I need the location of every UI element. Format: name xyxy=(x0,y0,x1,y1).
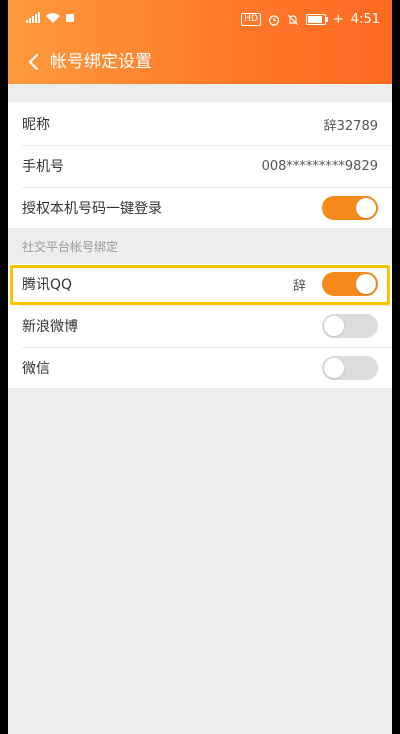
phone-value: 008*********9829 xyxy=(261,158,378,174)
alarm-icon xyxy=(268,14,280,26)
weibo-label: 新浪微博 xyxy=(22,319,78,335)
charging-indicator: + xyxy=(332,12,344,27)
status-time: 4:51 xyxy=(350,12,380,27)
hd-icon: HD xyxy=(241,13,261,26)
signal-icon xyxy=(26,12,40,23)
app-screen: HD + 4:51 帐号绑定设置 昵称 辞32789 手机号 008******… xyxy=(8,0,392,734)
page-title: 帐号绑定设置 xyxy=(50,52,152,72)
weibo-toggle[interactable] xyxy=(322,314,378,338)
toggle-knob xyxy=(356,198,376,218)
title-bar: 帐号绑定设置 xyxy=(8,44,392,84)
status-left xyxy=(26,12,74,23)
toggle-knob xyxy=(324,316,344,336)
social-item-weibo[interactable]: 新浪微博 xyxy=(8,306,392,346)
social-section-header: 社交平台帐号绑定 xyxy=(8,228,392,264)
app-bar: HD + 4:51 帐号绑定设置 xyxy=(8,0,392,84)
nickname-row[interactable]: 昵称 辞32789 xyxy=(8,104,392,144)
phone-row[interactable]: 手机号 008*********9829 xyxy=(8,146,392,186)
nickname-label: 昵称 xyxy=(22,117,50,133)
account-card: 昵称 辞32789 手机号 008*********9829 授权本机号码一键登… xyxy=(8,102,392,228)
one-click-login-toggle[interactable] xyxy=(322,196,378,220)
wifi-icon xyxy=(46,12,60,23)
toggle-knob xyxy=(324,358,344,378)
wechat-toggle[interactable] xyxy=(322,356,378,380)
notification-icon xyxy=(66,13,74,22)
one-click-login-label: 授权本机号码一键登录 xyxy=(22,201,162,217)
back-arrow-icon[interactable] xyxy=(22,50,46,74)
mute-icon xyxy=(287,14,299,25)
battery-icon xyxy=(305,14,328,25)
qq-highlight-frame xyxy=(10,265,390,305)
wechat-label: 微信 xyxy=(22,361,50,377)
phone-label: 手机号 xyxy=(22,159,64,175)
status-right: HD + 4:51 xyxy=(241,12,380,27)
one-click-login-row: 授权本机号码一键登录 xyxy=(8,188,392,228)
social-item-wechat[interactable]: 微信 xyxy=(8,348,392,388)
nickname-value: 辞32789 xyxy=(323,118,378,134)
social-section-title: 社交平台帐号绑定 xyxy=(22,239,119,254)
status-bar: HD + 4:51 xyxy=(8,0,392,36)
